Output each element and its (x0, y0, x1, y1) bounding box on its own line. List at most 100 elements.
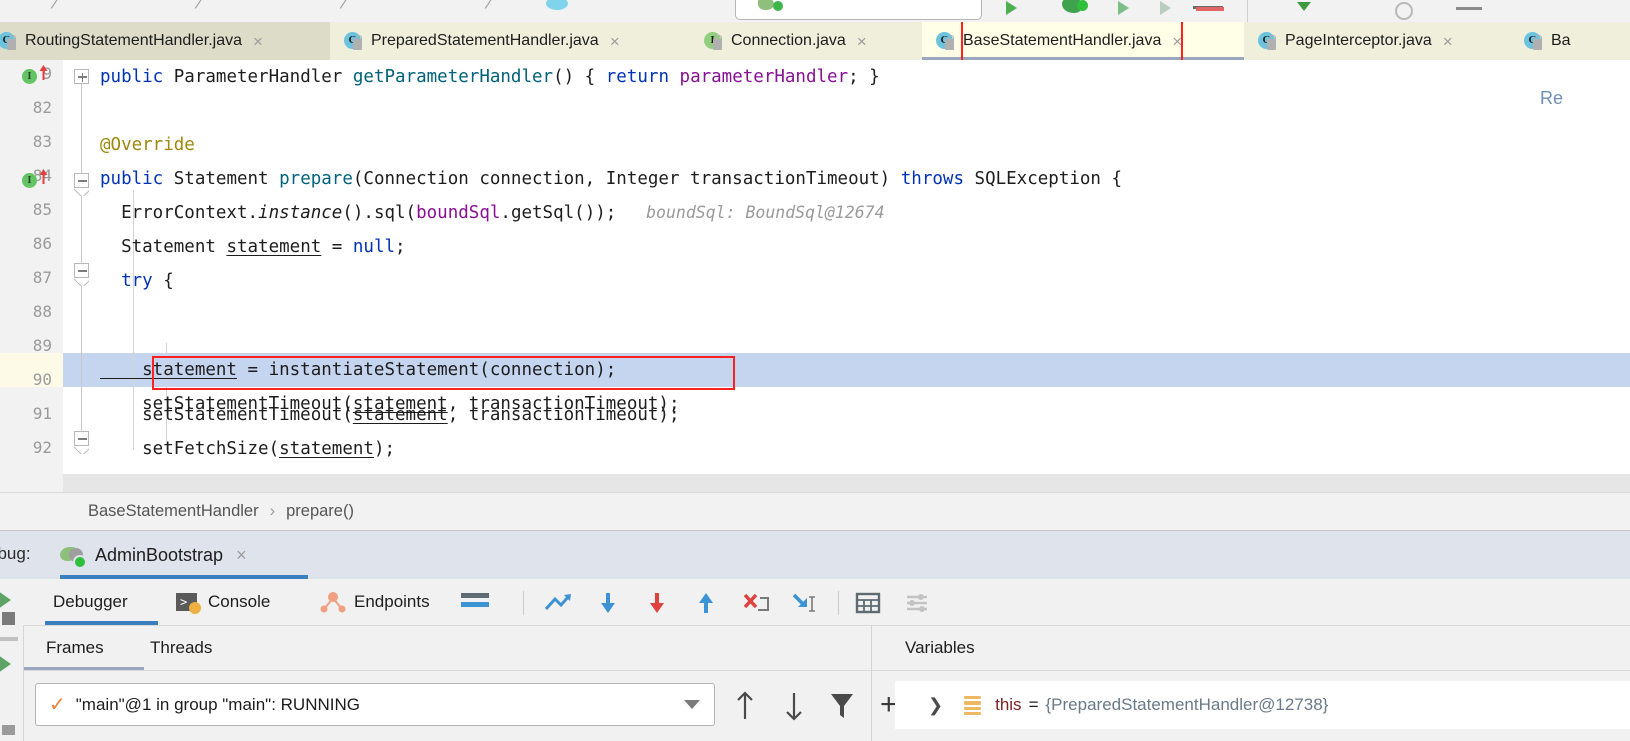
override-arrow-icon[interactable] (38, 64, 49, 81)
close-icon[interactable]: × (236, 545, 247, 566)
fold-collapse-icon[interactable] (74, 431, 89, 446)
java-class-icon: C (1524, 32, 1543, 51)
breadcrumb-item-method[interactable]: prepare() (286, 502, 354, 521)
tab-console[interactable]: > Console (176, 579, 270, 625)
run-dropdown-icon[interactable] (1297, 2, 1311, 11)
profile-icon[interactable] (1160, 1, 1171, 15)
line-number: 86 (0, 234, 52, 253)
console-icon: > (176, 591, 200, 613)
fold-collapse-icon[interactable] (74, 263, 89, 278)
fold-region-line (81, 196, 82, 269)
run-test-gutter-icon[interactable]: I (22, 69, 37, 84)
arrow-down-icon[interactable] (782, 689, 806, 723)
line-number: 91 (0, 404, 52, 423)
code-editor[interactable]: 9 82 83 84 85 86 87 88 89 90 91 92 I I (0, 60, 1630, 492)
editor-tab-PreparedStatementHandler[interactable]: C PreparedStatementHandler.java × (330, 22, 690, 60)
variables-header-divider (872, 670, 1630, 671)
module-icon[interactable] (546, 0, 568, 10)
subtab-label: Frames (46, 638, 104, 658)
breadcrumb-separator-icon: / (49, 0, 58, 13)
fold-expand-icon[interactable] (74, 69, 89, 84)
close-icon[interactable]: × (857, 33, 867, 50)
editor-tab-label: PreparedStatementHandler.java (371, 32, 599, 50)
editor-tab-Connection[interactable]: I Connection.java × (690, 22, 922, 60)
tab-label: Endpoints (354, 592, 430, 612)
fold-region-end-icon (74, 188, 89, 196)
line-number: 82 (0, 98, 52, 117)
arrow-up-icon[interactable] (733, 689, 757, 723)
run-config-name: AdminBootstrap (95, 545, 223, 566)
line-number: 88 (0, 302, 52, 321)
debug-tool-window[interactable]: ebug: AdminBootstrap × Debugger (0, 530, 1630, 741)
code-text-lower[interactable]: setStatementTimeout(statement, transacti… (100, 60, 1630, 492)
step-into-icon[interactable] (644, 591, 670, 615)
run-icon[interactable] (0, 655, 11, 673)
close-icon[interactable]: × (1172, 33, 1182, 50)
editor-notification-clipped: Re (1540, 88, 1563, 109)
override-arrow-icon[interactable] (38, 168, 49, 185)
run-test-gutter-icon[interactable]: I (22, 173, 37, 188)
subtab-frames[interactable]: Frames (46, 625, 104, 671)
editor-tab-BaseStatementHandler[interactable]: C BaseStatementHandler.java × (922, 22, 1244, 60)
run-icon[interactable] (1006, 1, 1017, 15)
variable-value: {PreparedStatementHandler@12738} (1046, 695, 1329, 715)
run-to-cursor-icon[interactable] (791, 591, 821, 615)
debug-tabs-row[interactable]: Debugger > Console (23, 579, 1630, 626)
filter-icon[interactable] (828, 689, 856, 723)
thread-selector-value: "main"@1 in group "main": RUNNING (76, 695, 360, 715)
thread-selector[interactable]: ✓ "main"@1 in group "main": RUNNING (35, 683, 715, 726)
close-icon[interactable]: × (253, 33, 263, 50)
editor-tab-bar[interactable]: C RoutingStatementHandler.java × C Prepa… (0, 22, 1630, 60)
chevron-down-icon[interactable] (684, 700, 700, 709)
line-number: 85 (0, 200, 52, 219)
editor-tab-PageInterceptor[interactable]: C PageInterceptor.java × (1244, 22, 1510, 60)
stop-icon[interactable] (2, 612, 15, 625)
run-with-coverage-icon[interactable] (1118, 1, 1129, 15)
toolbar-separator (1247, 0, 1248, 22)
evaluate-expression-icon[interactable] (855, 591, 881, 615)
editor-tab-label: Ba (1551, 32, 1571, 50)
subtab-label: Threads (150, 638, 212, 658)
close-icon[interactable]: × (1443, 33, 1453, 50)
variables-table-row[interactable]: ❯ this = {PreparedStatementHandler@12738… (895, 681, 1630, 729)
search-icon[interactable] (1395, 2, 1413, 20)
fold-collapse-icon[interactable] (74, 173, 89, 188)
step-out-icon[interactable] (693, 591, 719, 615)
show-execution-point-icon[interactable] (544, 591, 574, 615)
java-class-icon: C (1258, 32, 1277, 51)
check-icon: ✓ (49, 692, 66, 717)
endpoints-icon (320, 591, 346, 613)
editor-tab-label: RoutingStatementHandler.java (25, 32, 242, 50)
stop-icon[interactable] (1196, 7, 1224, 11)
tab-endpoints[interactable]: Endpoints (320, 579, 430, 625)
subtab-threads[interactable]: Threads (150, 625, 212, 671)
settings-icon[interactable] (904, 592, 930, 614)
step-over-icon[interactable] (595, 591, 621, 615)
debug-left-toolbar[interactable] (0, 579, 24, 741)
chevron-right-icon[interactable]: ❯ (928, 695, 943, 716)
line-number: 92 (0, 438, 52, 457)
more-icon[interactable] (1456, 7, 1482, 10)
settings-icon[interactable] (2, 725, 15, 735)
close-icon[interactable]: × (610, 33, 620, 50)
breadcrumb-item-class[interactable]: BaseStatementHandler (88, 502, 259, 521)
object-icon (964, 696, 981, 715)
run-config-tab-AdminBootstrap[interactable]: AdminBootstrap × (60, 531, 247, 579)
breadcrumb[interactable]: BaseStatementHandler › prepare() (0, 492, 1630, 530)
force-step-into-icon[interactable] (742, 591, 772, 615)
line-number: 89 (0, 336, 52, 355)
debug-window-label: ebug: (0, 544, 31, 564)
run-status-dot-icon (773, 1, 783, 11)
resume-program-icon[interactable] (0, 591, 11, 609)
breadcrumb-separator-icon: / (338, 0, 347, 13)
breadcrumb-separator-icon: / (483, 0, 492, 13)
editor-tab-clipped[interactable]: C Ba (1510, 22, 1630, 60)
variables-panel-header: Variables (905, 625, 975, 671)
editor-tab-label: PageInterceptor.java (1285, 32, 1432, 50)
editor-tab-RoutingStatementHandler[interactable]: C RoutingStatementHandler.java × (0, 22, 330, 60)
tab-debugger[interactable]: Debugger (45, 579, 128, 625)
fold-region-line (81, 84, 82, 180)
mute-breakpoints-icon[interactable] (0, 637, 18, 641)
editor-tab-label: Connection.java (731, 32, 846, 50)
panel-splitter[interactable] (871, 625, 872, 741)
